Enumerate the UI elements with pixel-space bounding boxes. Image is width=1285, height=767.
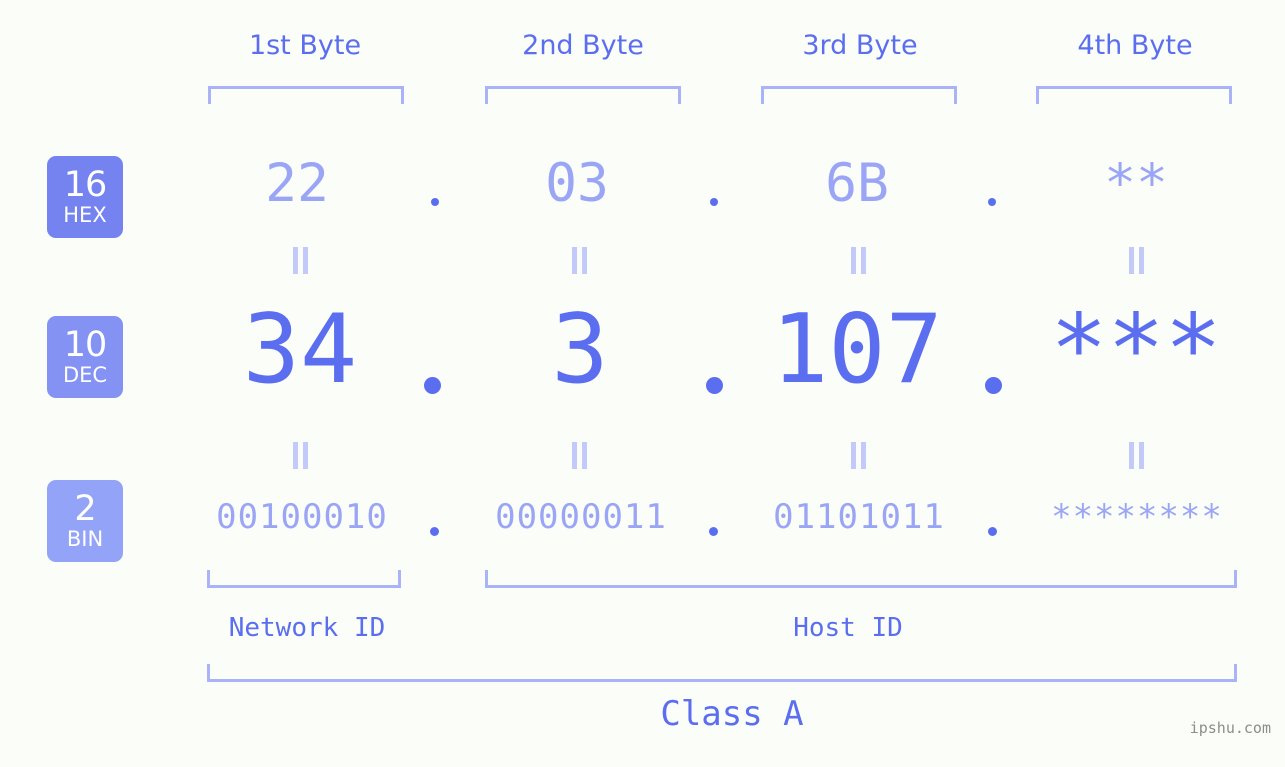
byte-header-1: 1st Byte (248, 30, 362, 61)
bin-byte-4: ******** (1051, 497, 1223, 537)
byte-header-4: 4th Byte (1077, 30, 1193, 61)
base-badge-hex-number: 16 (63, 165, 108, 205)
bin-dot-2 (709, 527, 718, 536)
equals-marker-hex-dec-3 (851, 247, 866, 274)
class-label: Class A (660, 694, 804, 734)
byte-bracket-1 (208, 86, 404, 104)
base-badge-bin: 2 BIN (47, 480, 123, 562)
bin-dot-1 (430, 527, 439, 536)
equals-marker-dec-bin-1 (293, 442, 308, 469)
dec-byte-1: 34 (242, 295, 358, 405)
byte-bracket-4 (1036, 86, 1232, 104)
base-badge-bin-number: 2 (74, 489, 96, 529)
hex-byte-2: 03 (545, 153, 609, 214)
network-id-bracket (207, 570, 401, 588)
class-bracket (207, 664, 1237, 682)
bin-byte-2: 00000011 (495, 497, 667, 537)
byte-header-3: 3rd Byte (802, 30, 918, 61)
base-badge-hex: 16 HEX (47, 156, 123, 238)
hex-byte-4: ** (1104, 153, 1168, 214)
byte-bracket-3 (761, 86, 957, 104)
dec-byte-3: 107 (771, 295, 943, 405)
equals-marker-hex-dec-4 (1129, 247, 1144, 274)
base-badge-dec-number: 10 (63, 325, 108, 365)
bin-byte-3: 01101011 (773, 497, 945, 537)
hex-byte-1: 22 (265, 153, 329, 214)
dec-byte-4: *** (1050, 295, 1222, 405)
base-badge-hex-name: HEX (63, 203, 107, 227)
dec-dot-3 (985, 377, 1002, 394)
equals-marker-dec-bin-4 (1129, 442, 1144, 469)
ip-address-breakdown-diagram: 1st Byte 2nd Byte 3rd Byte 4th Byte 16 H… (0, 0, 1285, 767)
bin-dot-3 (988, 527, 997, 536)
equals-marker-hex-dec-1 (293, 247, 308, 274)
equals-marker-dec-bin-3 (851, 442, 866, 469)
hex-dot-3 (988, 198, 996, 206)
byte-bracket-2 (485, 86, 681, 104)
host-id-label: Host ID (793, 613, 903, 643)
host-id-bracket (485, 570, 1237, 588)
dec-dot-1 (424, 377, 441, 394)
dec-dot-2 (706, 377, 723, 394)
site-watermark: ipshu.com (1189, 719, 1271, 737)
network-id-label: Network ID (228, 613, 386, 643)
bin-byte-1: 00100010 (216, 497, 388, 537)
base-badge-dec: 10 DEC (47, 316, 123, 398)
byte-header-2: 2nd Byte (522, 30, 644, 61)
hex-dot-2 (710, 198, 718, 206)
base-badge-bin-name: BIN (66, 527, 104, 551)
dec-byte-2: 3 (551, 295, 609, 405)
hex-byte-3: 6B (825, 153, 889, 214)
hex-dot-1 (431, 198, 439, 206)
base-badge-dec-name: DEC (62, 363, 108, 387)
equals-marker-hex-dec-2 (572, 247, 587, 274)
equals-marker-dec-bin-2 (572, 442, 587, 469)
